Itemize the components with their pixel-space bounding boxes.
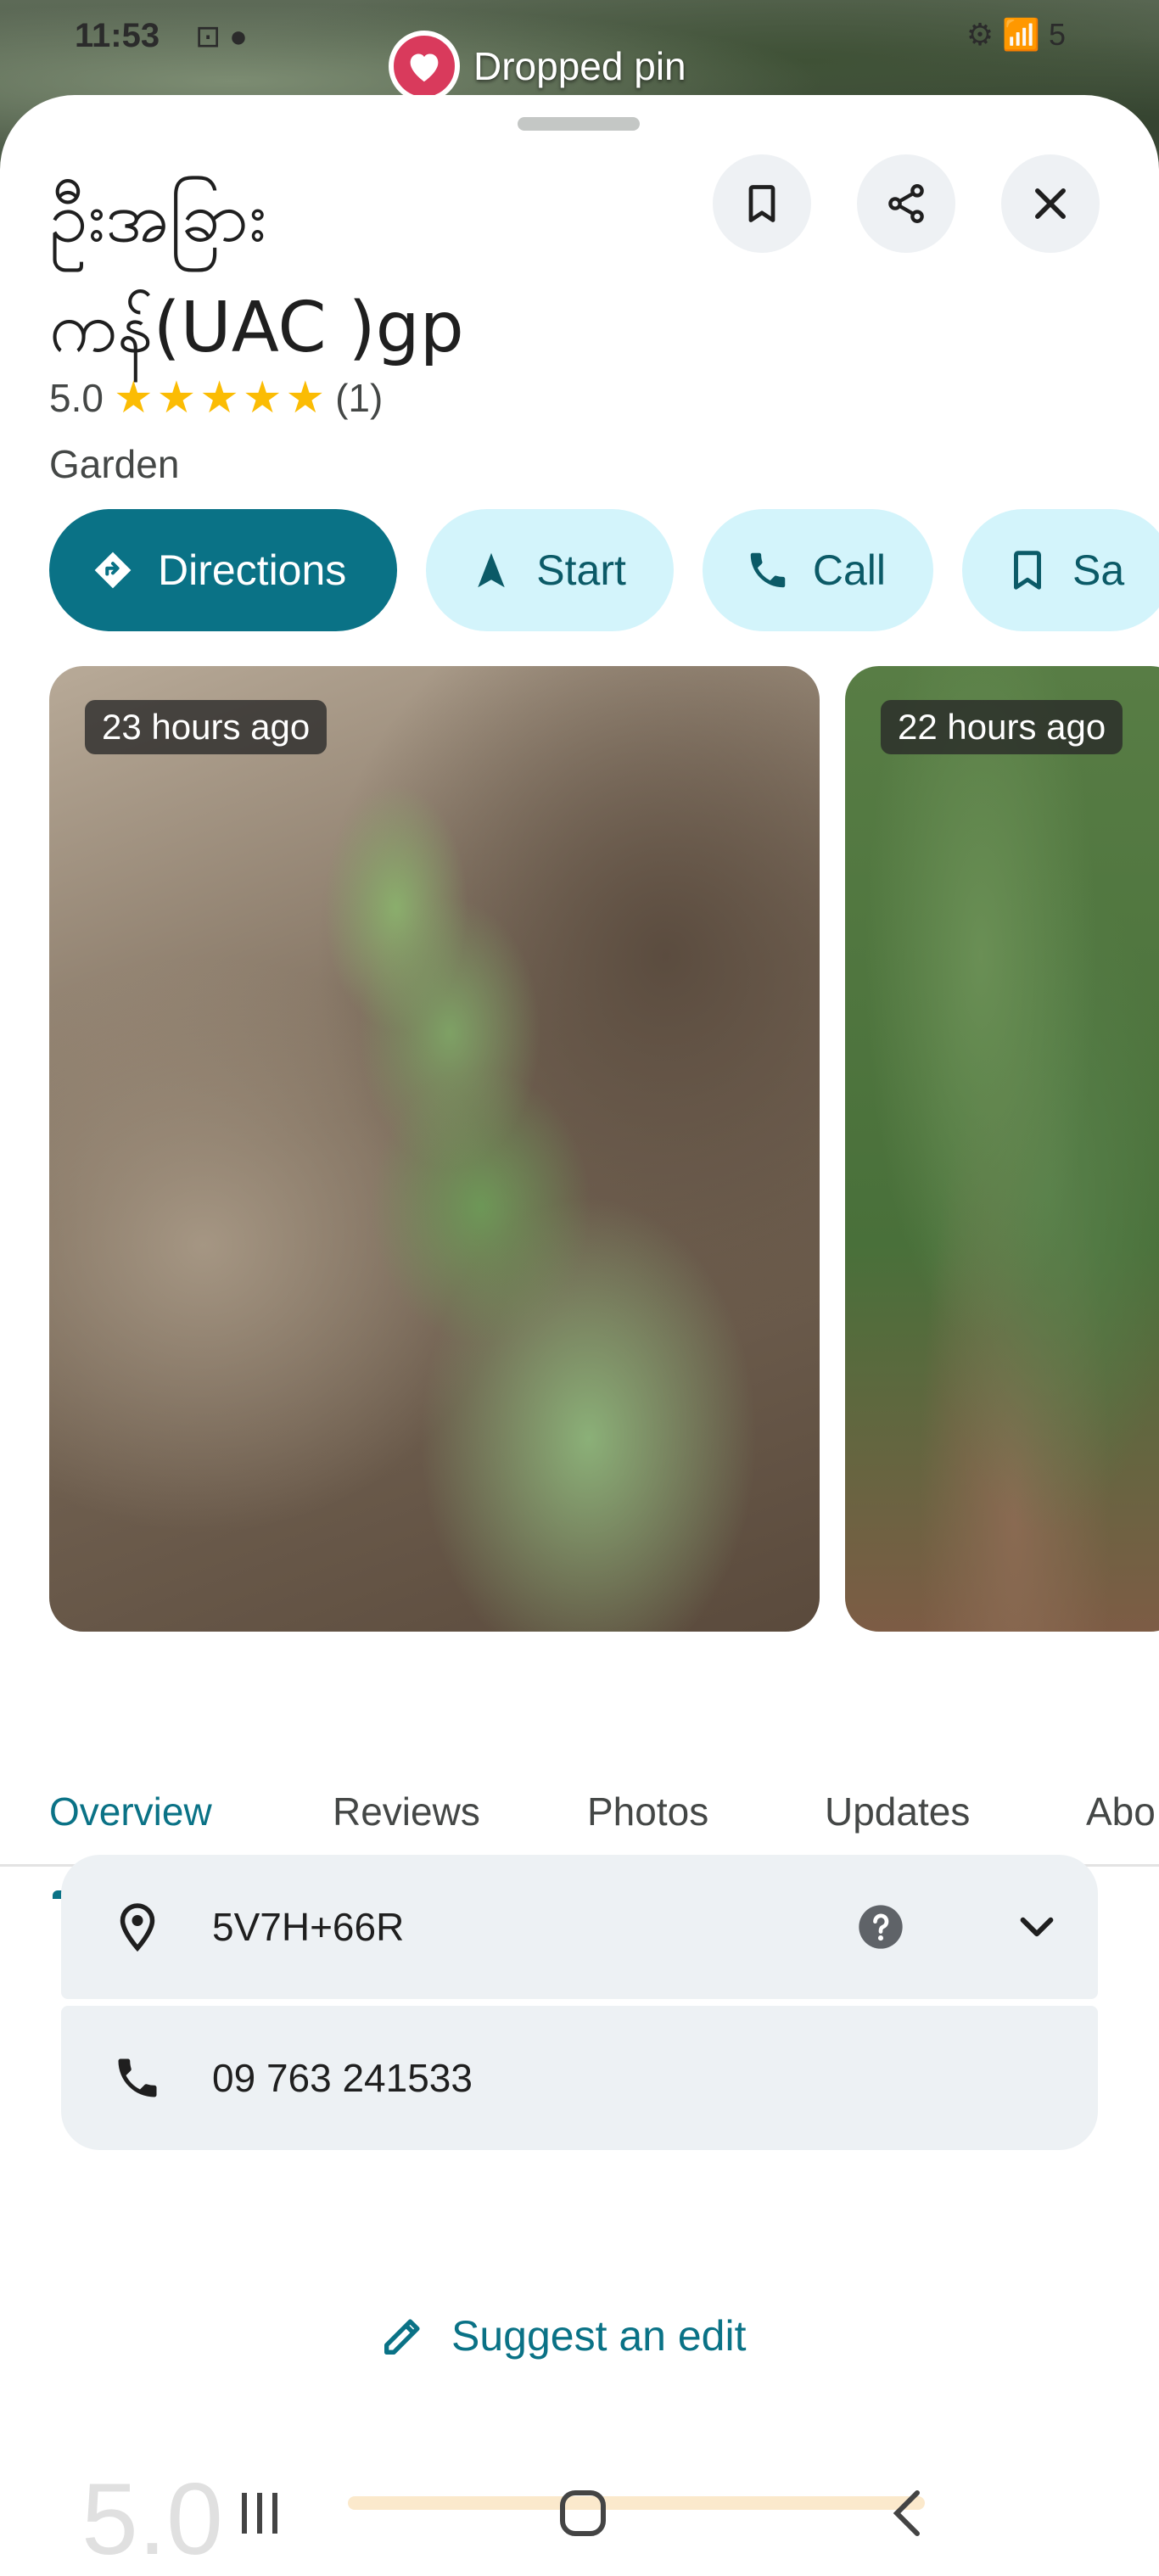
share-button[interactable] — [857, 154, 955, 253]
star-icon: ★ — [285, 373, 326, 423]
place-title-line1: ဦးအခြား — [49, 177, 267, 258]
nav-bar-strip — [348, 2496, 925, 2510]
tab-photos[interactable]: Photos — [587, 1789, 708, 1834]
photo-timestamp: 22 hours ago — [881, 700, 1123, 754]
dropped-pin-label: Dropped pin — [473, 44, 686, 88]
suggest-edit-link[interactable]: Suggest an edit — [378, 2311, 747, 2360]
plus-code-row[interactable]: 5V7H+66R — [61, 1855, 1098, 1999]
status-notification-icons: ⊡ ● — [195, 19, 248, 53]
status-time: 11:53 — [75, 17, 160, 54]
phone-number-text: 09 763 241533 — [212, 2056, 473, 2100]
bookmark-icon — [748, 185, 775, 222]
star-icon: ★ — [242, 373, 283, 423]
rating-summary[interactable]: 5.0 ★ ★ ★ ★ ★ (1) — [49, 375, 383, 421]
call-button[interactable]: Call — [702, 509, 934, 631]
status-system-icons: ⚙ 📶 5 — [966, 17, 1066, 52]
share-icon — [888, 184, 924, 223]
plus-code-text: 5V7H+66R — [212, 1905, 405, 1949]
bookmark-icon — [1014, 551, 1042, 590]
place-photo[interactable]: 22 hours ago — [845, 666, 1159, 1632]
dropped-pin-chip[interactable]: Dropped pin — [389, 31, 686, 102]
place-title-line2: ကန်(UAC )gp — [49, 288, 464, 368]
phone-icon — [750, 552, 786, 588]
review-count: (1) — [335, 376, 384, 420]
save-button[interactable] — [713, 154, 811, 253]
location-pin-icon — [120, 1903, 155, 1952]
star-icon: ★ — [113, 373, 154, 423]
pencil-icon — [384, 2319, 420, 2355]
tab-updates[interactable]: Updates — [825, 1789, 970, 1834]
back-icon[interactable] — [879, 2483, 940, 2544]
call-label: Call — [812, 546, 887, 594]
directions-label: Directions — [158, 546, 347, 594]
phone-row[interactable]: 09 763 241533 — [61, 2006, 1098, 2150]
star-rating: ★ ★ ★ ★ ★ — [114, 376, 325, 420]
action-chips: Directions Start Call Sa — [49, 509, 1159, 631]
start-button[interactable]: Start — [426, 509, 674, 631]
home-icon[interactable] — [552, 2483, 613, 2544]
tab-about[interactable]: Abo — [1086, 1789, 1156, 1834]
star-icon: ★ — [199, 373, 239, 423]
directions-button[interactable]: Directions — [49, 509, 398, 631]
photo-timestamp: 23 hours ago — [85, 700, 328, 754]
close-button[interactable] — [1001, 154, 1100, 253]
suggest-edit-label: Suggest an edit — [451, 2312, 747, 2360]
chevron-down-icon[interactable] — [1013, 1903, 1061, 1951]
place-tabs: Overview Reviews Photos Updates Abo — [0, 1765, 1159, 1867]
recent-apps-icon[interactable] — [229, 2483, 290, 2544]
help-icon[interactable] — [857, 1903, 904, 1951]
phone-icon — [118, 2058, 157, 2097]
save-chip-label: Sa — [1072, 546, 1125, 594]
navigation-arrow-icon — [478, 552, 506, 588]
sheet-drag-handle[interactable] — [518, 117, 640, 131]
ghost-rating-text: 5.0 — [81, 2462, 223, 2576]
place-category: Garden — [49, 442, 180, 486]
place-photo[interactable]: 23 hours ago — [49, 666, 820, 1632]
save-chip-button[interactable]: Sa — [962, 509, 1159, 631]
rating-value: 5.0 — [49, 376, 104, 420]
star-icon: ★ — [156, 373, 197, 423]
directions-icon — [94, 552, 132, 589]
tab-overview[interactable]: Overview — [49, 1789, 212, 1834]
tab-reviews[interactable]: Reviews — [333, 1789, 480, 1834]
close-icon — [1035, 188, 1066, 219]
heart-icon — [389, 31, 460, 102]
start-label: Start — [536, 546, 626, 594]
